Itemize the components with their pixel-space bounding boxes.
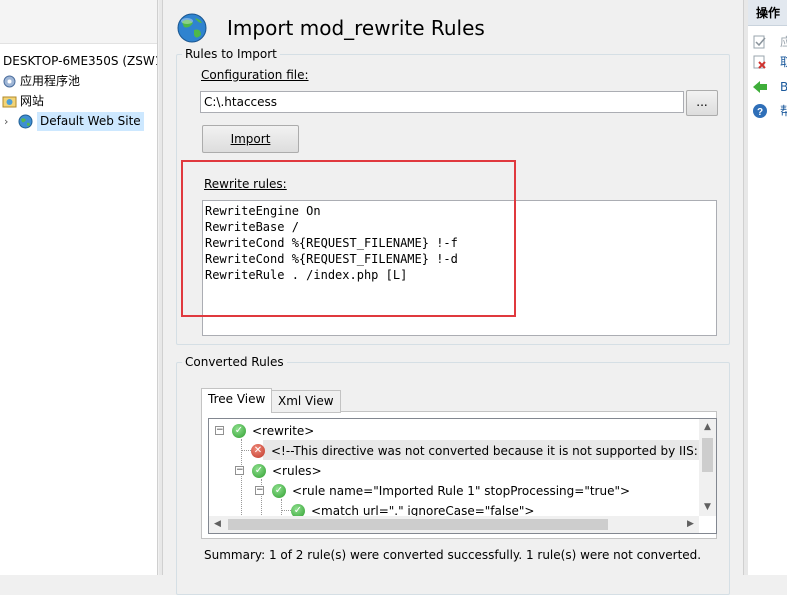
- tree-connector: [241, 450, 251, 451]
- action-cancel[interactable]: 取: [752, 53, 787, 71]
- scroll-right-icon[interactable]: ▶: [682, 516, 699, 533]
- tree-row-text: <!--This directive was not converted bec…: [271, 444, 710, 458]
- connections-toolbar: [0, 0, 157, 44]
- cancel-icon: [753, 55, 766, 69]
- tree-row-text: <rules>: [272, 464, 322, 478]
- horizontal-scroll-thumb[interactable]: [228, 519, 608, 530]
- tree-node-server[interactable]: DESKTOP-6ME350S (ZSW1: [0, 52, 158, 71]
- back-arrow-icon: [753, 81, 767, 93]
- converted-rules-legend: Converted Rules: [185, 355, 284, 369]
- tab-xml-view[interactable]: Xml View: [271, 390, 341, 413]
- apply-icon: [753, 35, 766, 49]
- scroll-down-icon[interactable]: ▼: [699, 499, 716, 516]
- content-area: Import mod_rewrite Rules Rules to Import…: [164, 0, 742, 595]
- action-back[interactable]: B: [752, 78, 787, 96]
- action-help[interactable]: ? 帮: [752, 102, 787, 120]
- vertical-scroll-thumb[interactable]: [702, 438, 713, 472]
- action-back-label: B: [780, 80, 787, 94]
- action-apply[interactable]: 应: [752, 33, 787, 51]
- tree-node-app-pools[interactable]: 应用程序池: [0, 72, 157, 91]
- left-splitter[interactable]: [159, 0, 163, 575]
- config-file-input[interactable]: C:\.htaccess: [200, 91, 684, 113]
- app-pool-icon: [3, 75, 16, 88]
- tree-node-sites[interactable]: 网站: [0, 92, 157, 111]
- scroll-left-icon[interactable]: ◀: [209, 516, 226, 533]
- summary-text: Summary: 1 of 2 rule(s) were converted s…: [204, 548, 702, 562]
- browse-button[interactable]: ...: [686, 90, 718, 116]
- collapse-icon[interactable]: −: [215, 426, 224, 435]
- check-icon: ✓: [252, 464, 266, 478]
- rewrite-rules-textarea[interactable]: RewriteEngine On RewriteBase / RewriteCo…: [202, 200, 717, 336]
- globe-icon: [18, 114, 33, 129]
- horizontal-scrollbar[interactable]: ◀ ▶: [209, 516, 699, 533]
- action-apply-label: 应: [780, 35, 787, 49]
- actions-pane: 操作 应 取 B ? 帮: [748, 0, 787, 575]
- tree-node-app-pools-label: 应用程序池: [20, 74, 81, 88]
- converted-tree[interactable]: − ✓ <rewrite> ✕ <!--This directive was n…: [208, 418, 717, 534]
- svg-text:?: ?: [757, 107, 763, 118]
- sites-folder-icon: [2, 96, 17, 108]
- page-title: Import mod_rewrite Rules: [227, 16, 485, 40]
- connections-pane: DESKTOP-6ME350S (ZSW1 应用程序池 网站 › Default…: [0, 0, 158, 575]
- rewrite-rules-label: Rewrite rules:: [204, 177, 287, 191]
- vertical-scrollbar[interactable]: ▲ ▼: [699, 419, 716, 516]
- check-icon: ✓: [232, 424, 246, 438]
- actions-header: 操作: [748, 0, 787, 26]
- tree-row-text: <rewrite>: [252, 424, 315, 438]
- collapse-icon[interactable]: −: [235, 466, 244, 475]
- tree-node-sites-label: 网站: [20, 94, 45, 108]
- action-cancel-label: 取: [780, 55, 787, 69]
- rules-to-import-legend: Rules to Import: [185, 47, 277, 61]
- import-button[interactable]: Import: [202, 125, 299, 153]
- chevron-right-icon[interactable]: ›: [4, 112, 8, 131]
- page-globe-icon: [177, 13, 207, 43]
- tab-tree-view[interactable]: Tree View: [201, 388, 273, 413]
- tree-node-default-site-label: Default Web Site: [37, 112, 144, 131]
- tree-row-text: <rule name="Imported Rule 1" stopProcess…: [292, 484, 631, 498]
- scroll-up-icon[interactable]: ▲: [699, 419, 716, 436]
- error-icon: ✕: [251, 444, 265, 458]
- config-file-label: Configuration file:: [201, 68, 309, 82]
- tree-connector: [281, 510, 291, 511]
- action-help-label: 帮: [780, 104, 787, 118]
- tree-node-server-label: DESKTOP-6ME350S (ZSW1: [3, 54, 158, 68]
- check-icon: ✓: [272, 484, 286, 498]
- collapse-icon[interactable]: −: [255, 486, 264, 495]
- help-icon: ?: [753, 104, 767, 118]
- tree-node-default-site[interactable]: › Default Web Site: [0, 112, 157, 131]
- rewrite-rules-text: RewriteEngine On RewriteBase / RewriteCo…: [205, 204, 458, 282]
